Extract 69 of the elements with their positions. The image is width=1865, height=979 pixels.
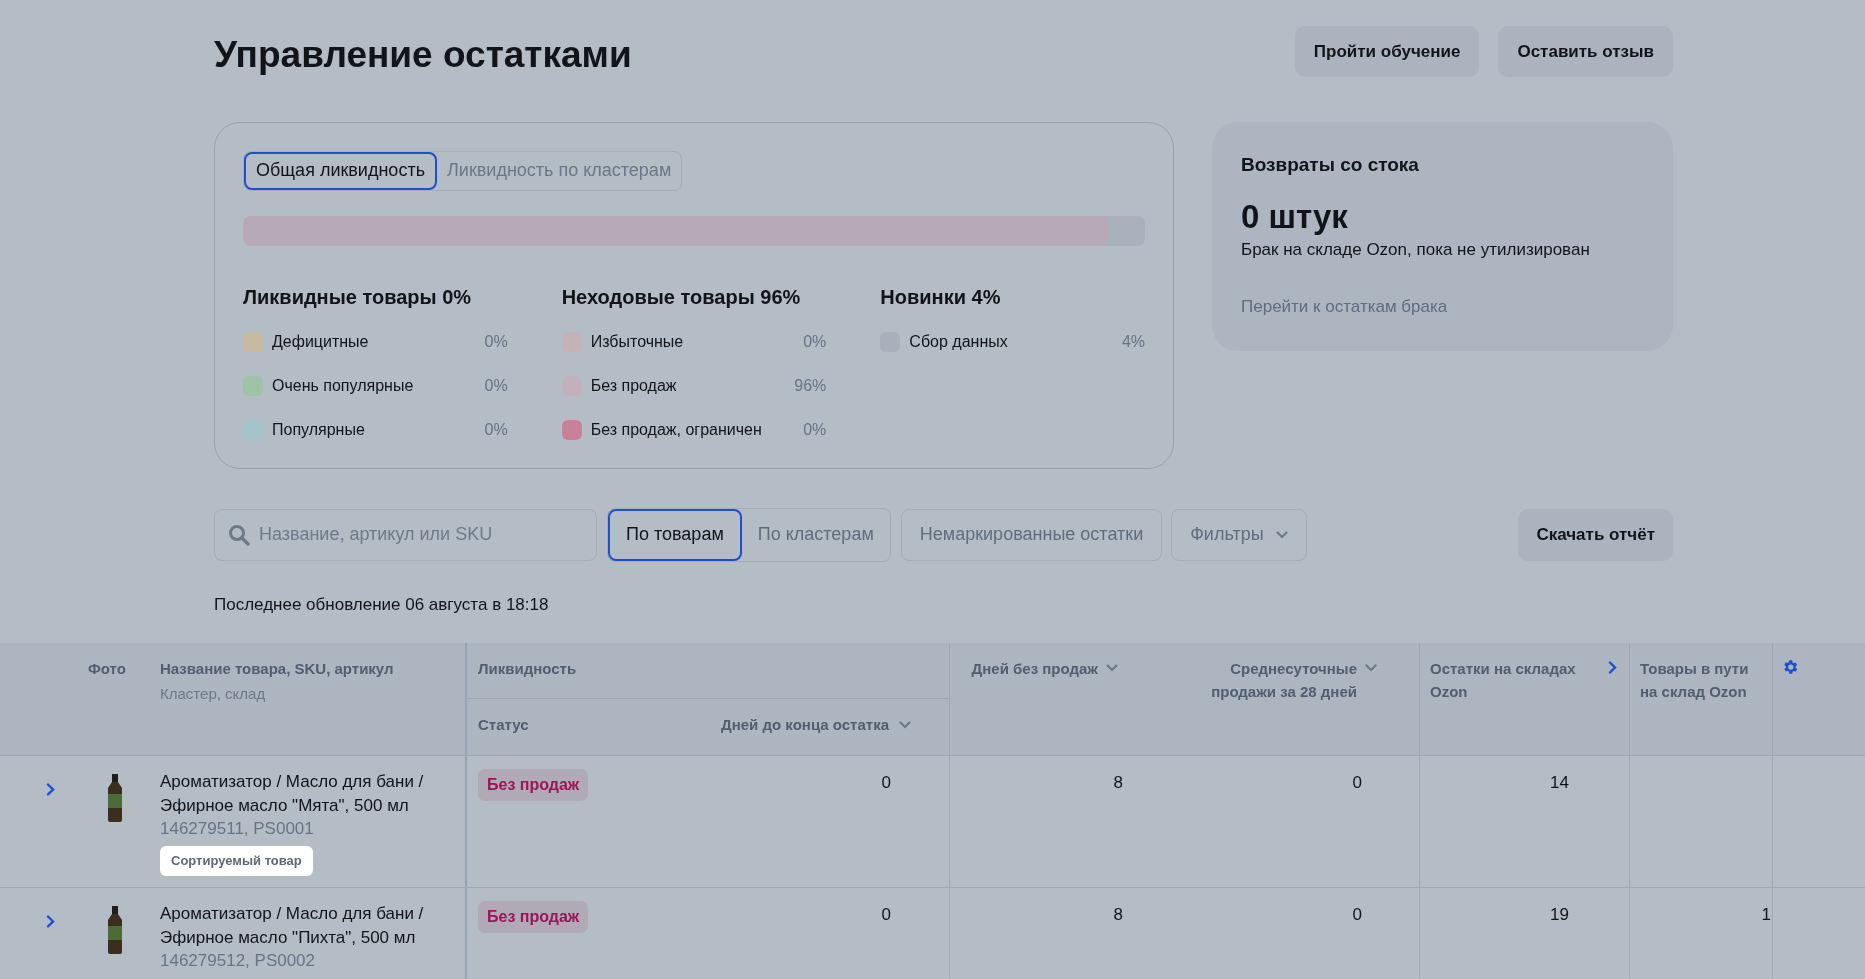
table-cell-text: 19 bbox=[1550, 904, 1569, 926]
table-cell-text: 8 bbox=[1113, 772, 1123, 794]
column-header: Статус bbox=[478, 715, 529, 735]
group-title: Ликвидные товары 0% bbox=[243, 284, 473, 310]
liquidity-tab[interactable]: Ликвидность по кластерам bbox=[437, 151, 682, 190]
table-cell-text: 0 bbox=[881, 904, 891, 926]
legend-label: Дефицитные bbox=[272, 331, 370, 352]
expand-column-icon[interactable] bbox=[1608, 661, 1617, 674]
view-toggle[interactable]: По кластерам bbox=[741, 508, 890, 561]
column-header: Товары в пути на склад Ozon bbox=[1640, 659, 1750, 702]
group-title: Новинки 4% bbox=[880, 284, 1002, 310]
column-header: Ликвидность bbox=[467, 643, 949, 699]
page-title: Управление остатками bbox=[214, 33, 632, 77]
product-name[interactable]: Ароматизатор / Масло для бани / Эфирное масло "Пихта", 500 мл bbox=[160, 902, 457, 950]
legend-value: 0% bbox=[484, 331, 508, 352]
defects-link[interactable]: Перейти к остаткам брака bbox=[1241, 293, 1644, 319]
product-ids: 146279512, PS0002 bbox=[160, 950, 317, 972]
legend-label: Сбор данных bbox=[909, 331, 1009, 352]
legend-label: Без продаж bbox=[590, 375, 678, 396]
group-title: Неходовые товары 96% bbox=[561, 284, 802, 310]
table-cell-text: 0 bbox=[1352, 772, 1362, 794]
status-badge: Без продаж bbox=[478, 901, 589, 933]
bottle-drawing bbox=[106, 774, 124, 822]
column-header: Фото bbox=[87, 659, 127, 679]
returns-title: Возвраты со стока bbox=[1241, 152, 1420, 177]
column-header: Остатки на складах Ozon bbox=[1430, 659, 1577, 702]
column-header[interactable]: Дней до конца остатка bbox=[721, 714, 911, 737]
legend-label: Популярные bbox=[272, 419, 366, 440]
legend-value: 0% bbox=[484, 419, 508, 440]
action-button[interactable]: Пройти обучение bbox=[1294, 26, 1480, 77]
sort-icon bbox=[1106, 664, 1118, 672]
expand-row-button[interactable] bbox=[46, 782, 55, 796]
column-header[interactable]: Среднесуточные продажи за 28 дней bbox=[1187, 658, 1357, 703]
table-cell-text: 14 bbox=[1550, 772, 1569, 794]
sort-icon bbox=[899, 721, 911, 730]
returns-count: 0 штук bbox=[1241, 197, 1349, 237]
caret-icon bbox=[1275, 530, 1288, 539]
table-cell-text: 8 bbox=[1113, 904, 1123, 926]
column-header[interactable]: Дней без продаж bbox=[971, 658, 1098, 681]
returns-description: Брак на складе Ozon, пока не утилизирован bbox=[1241, 239, 1591, 261]
product-name[interactable]: Ароматизатор / Масло для бани / Эфирное масло "Мята", 500 мл bbox=[160, 770, 457, 818]
last-update: Последнее обновление 06 августа в 18:18 bbox=[214, 593, 550, 616]
product-tag: Сортируемый товар bbox=[160, 846, 313, 876]
expand-row-button[interactable] bbox=[46, 914, 55, 928]
legend-value: 0% bbox=[484, 375, 508, 396]
unmarked-button[interactable]: Немаркированные остатки bbox=[900, 508, 1163, 561]
filters-button[interactable]: Фильтры bbox=[1171, 508, 1307, 561]
liquidity-tab[interactable]: Общая ликвидность bbox=[244, 151, 437, 190]
action-button[interactable]: Оставить отзыв bbox=[1498, 26, 1673, 77]
search-icon bbox=[228, 523, 250, 546]
table-cell-text: 0 bbox=[1352, 904, 1362, 926]
legend-value: 0% bbox=[803, 419, 827, 440]
table-cell-text: 0 bbox=[881, 772, 891, 794]
sort-icon bbox=[1365, 664, 1377, 672]
product-ids: 146279511, PS0001 bbox=[160, 818, 315, 840]
legend-label: Без продаж, ограничен bbox=[590, 419, 763, 440]
status-badge: Без продаж bbox=[478, 769, 589, 801]
table-cell-text: 1 bbox=[1761, 904, 1771, 926]
column-header: Название товара, SKU, артикул bbox=[160, 659, 395, 679]
download-button[interactable]: Скачать отчёт bbox=[1518, 508, 1673, 561]
legend-label: Очень популярные bbox=[272, 375, 415, 396]
legend-value: 4% bbox=[1121, 331, 1145, 352]
legend-value: 96% bbox=[794, 375, 827, 396]
legend-value: 0% bbox=[803, 331, 827, 352]
view-toggle[interactable]: По товарам bbox=[608, 508, 742, 561]
legend-label: Избыточные bbox=[590, 331, 685, 352]
bottle-drawing bbox=[106, 906, 124, 954]
search-field[interactable]: Название, артикул или SKU bbox=[214, 508, 597, 561]
column-subheader: Кластер, склад bbox=[160, 683, 267, 704]
